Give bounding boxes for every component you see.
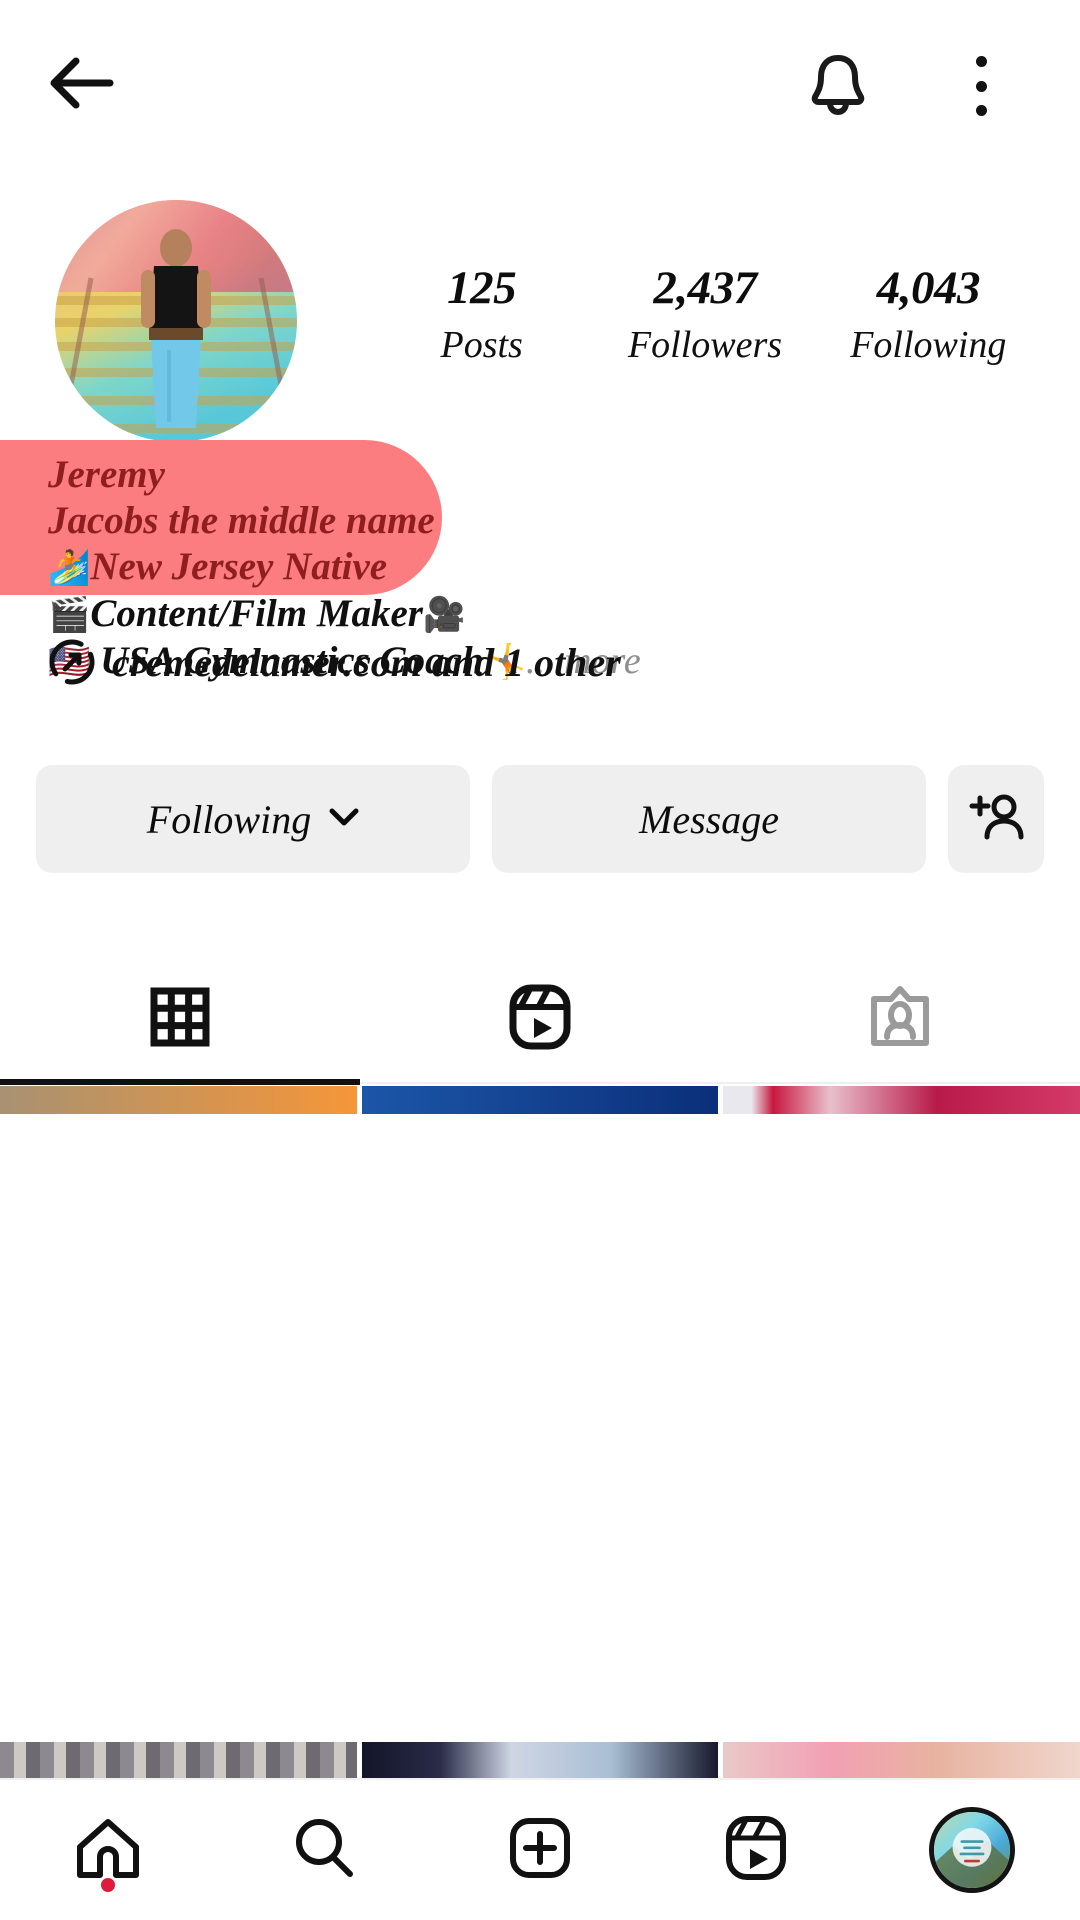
plus-box-glyph — [510, 1817, 570, 1878]
three-dots-menu-icon[interactable] — [958, 56, 1004, 116]
profile-action-buttons: Following Message — [36, 765, 1044, 873]
bio-username-text: Jeremy — [48, 453, 165, 496]
following-button[interactable]: Following — [36, 765, 470, 873]
clapper-board-emoji: 🎬 — [48, 595, 91, 635]
movie-camera-emoji: 🎥 — [423, 595, 466, 635]
message-button-label: Message — [639, 796, 779, 842]
nav-avatar-image — [934, 1812, 1010, 1888]
back-arrow-glyph — [50, 57, 114, 109]
tagged-glyph — [871, 985, 929, 1046]
surfer-emoji: 🏄 — [48, 548, 91, 588]
grid-thumbnail[interactable] — [361, 1086, 719, 1114]
bio-line-filmmaker: 🎬Content/Film Maker🎥 — [48, 591, 760, 638]
posts-label: Posts — [440, 324, 523, 366]
add-person-icon — [968, 791, 1024, 848]
bell-glyph — [811, 55, 865, 116]
reels-icon — [509, 984, 571, 1055]
reels-glyph — [509, 984, 571, 1049]
nav-home[interactable] — [0, 1780, 216, 1920]
following-count: 4,043 — [876, 262, 981, 314]
add-person-button[interactable] — [948, 765, 1044, 873]
reels-glyph — [726, 1815, 786, 1880]
grid-thumbnail[interactable] — [361, 1742, 719, 1778]
reels-icon — [725, 1815, 787, 1886]
dot-3 — [975, 105, 987, 116]
add-person-glyph — [969, 794, 1024, 839]
bio-link-text[interactable]: cremedelamer.com and 1 other — [112, 639, 621, 686]
search-icon — [292, 1816, 356, 1885]
nav-create[interactable] — [432, 1780, 648, 1920]
stat-posts[interactable]: 125 Posts — [370, 262, 593, 366]
bio-line-subtitle: Jacobs the middle name — [48, 498, 760, 544]
post-grid-top-row — [0, 1086, 1080, 1114]
followers-count: 2,437 — [653, 262, 757, 314]
bio-filmmaker-text: Content/Film Maker — [90, 592, 423, 635]
dot-2 — [975, 80, 987, 92]
back-arrow-icon[interactable] — [48, 55, 114, 111]
grid-thumbnail[interactable] — [0, 1742, 357, 1778]
bio-link-row[interactable]: cremedelamer.com and 1 other — [48, 638, 621, 686]
grid-glyph — [150, 987, 210, 1046]
stat-followers[interactable]: 2,437 Followers — [593, 262, 816, 366]
instagram-profile-screen: 125 Posts 2,437 Followers 4,043 Followin… — [0, 0, 1080, 1920]
home-glyph — [77, 1818, 139, 1878]
link-glyph — [49, 639, 95, 685]
tab-tagged[interactable] — [720, 955, 1080, 1083]
following-label: Following — [850, 324, 1007, 366]
bio-subtitle-text: Jacobs the middle name — [48, 499, 435, 542]
bottom-navigation-bar — [0, 1778, 1080, 1920]
top-bar — [0, 0, 1080, 160]
active-tab-indicator — [0, 1079, 360, 1085]
avatar-icon — [929, 1807, 1015, 1893]
followers-label: Followers — [627, 324, 783, 366]
chevron-down-glyph — [329, 808, 359, 825]
nav-reels[interactable] — [648, 1780, 864, 1920]
stat-following[interactable]: 4,043 Following — [817, 262, 1040, 366]
dot-1 — [975, 56, 987, 67]
posts-count: 125 — [447, 262, 517, 314]
following-button-label: Following — [146, 796, 312, 842]
bio-line-username: Jeremy — [48, 452, 760, 498]
avatar-image — [55, 200, 297, 442]
grid-thumbnail[interactable] — [723, 1742, 1080, 1778]
plus-box-icon — [508, 1816, 572, 1885]
search-glyph — [296, 1818, 353, 1877]
grid-thumbnail[interactable] — [723, 1086, 1080, 1114]
tab-grid[interactable] — [0, 955, 360, 1083]
bio-native-text: New Jersey Native — [90, 545, 388, 588]
profile-stats: 125 Posts 2,437 Followers 4,043 Followin… — [370, 265, 1040, 385]
nav-profile[interactable] — [864, 1780, 1080, 1920]
bell-icon[interactable] — [805, 50, 871, 116]
nav-search[interactable] — [216, 1780, 432, 1920]
link-icon — [48, 638, 96, 686]
tagged-icon — [869, 985, 931, 1054]
chevron-down-icon — [329, 807, 359, 832]
home-icon — [74, 1817, 142, 1884]
post-grid-bottom-row — [0, 1742, 1080, 1778]
bio-line-native: 🏄New Jersey Native — [48, 544, 760, 591]
tab-reels[interactable] — [360, 955, 720, 1083]
avatar[interactable] — [55, 200, 297, 442]
profile-tabs — [0, 955, 1080, 1083]
grid-thumbnail[interactable] — [0, 1086, 357, 1114]
message-button[interactable]: Message — [492, 765, 926, 873]
grid-icon — [150, 987, 210, 1052]
home-notification-dot — [101, 1878, 115, 1892]
